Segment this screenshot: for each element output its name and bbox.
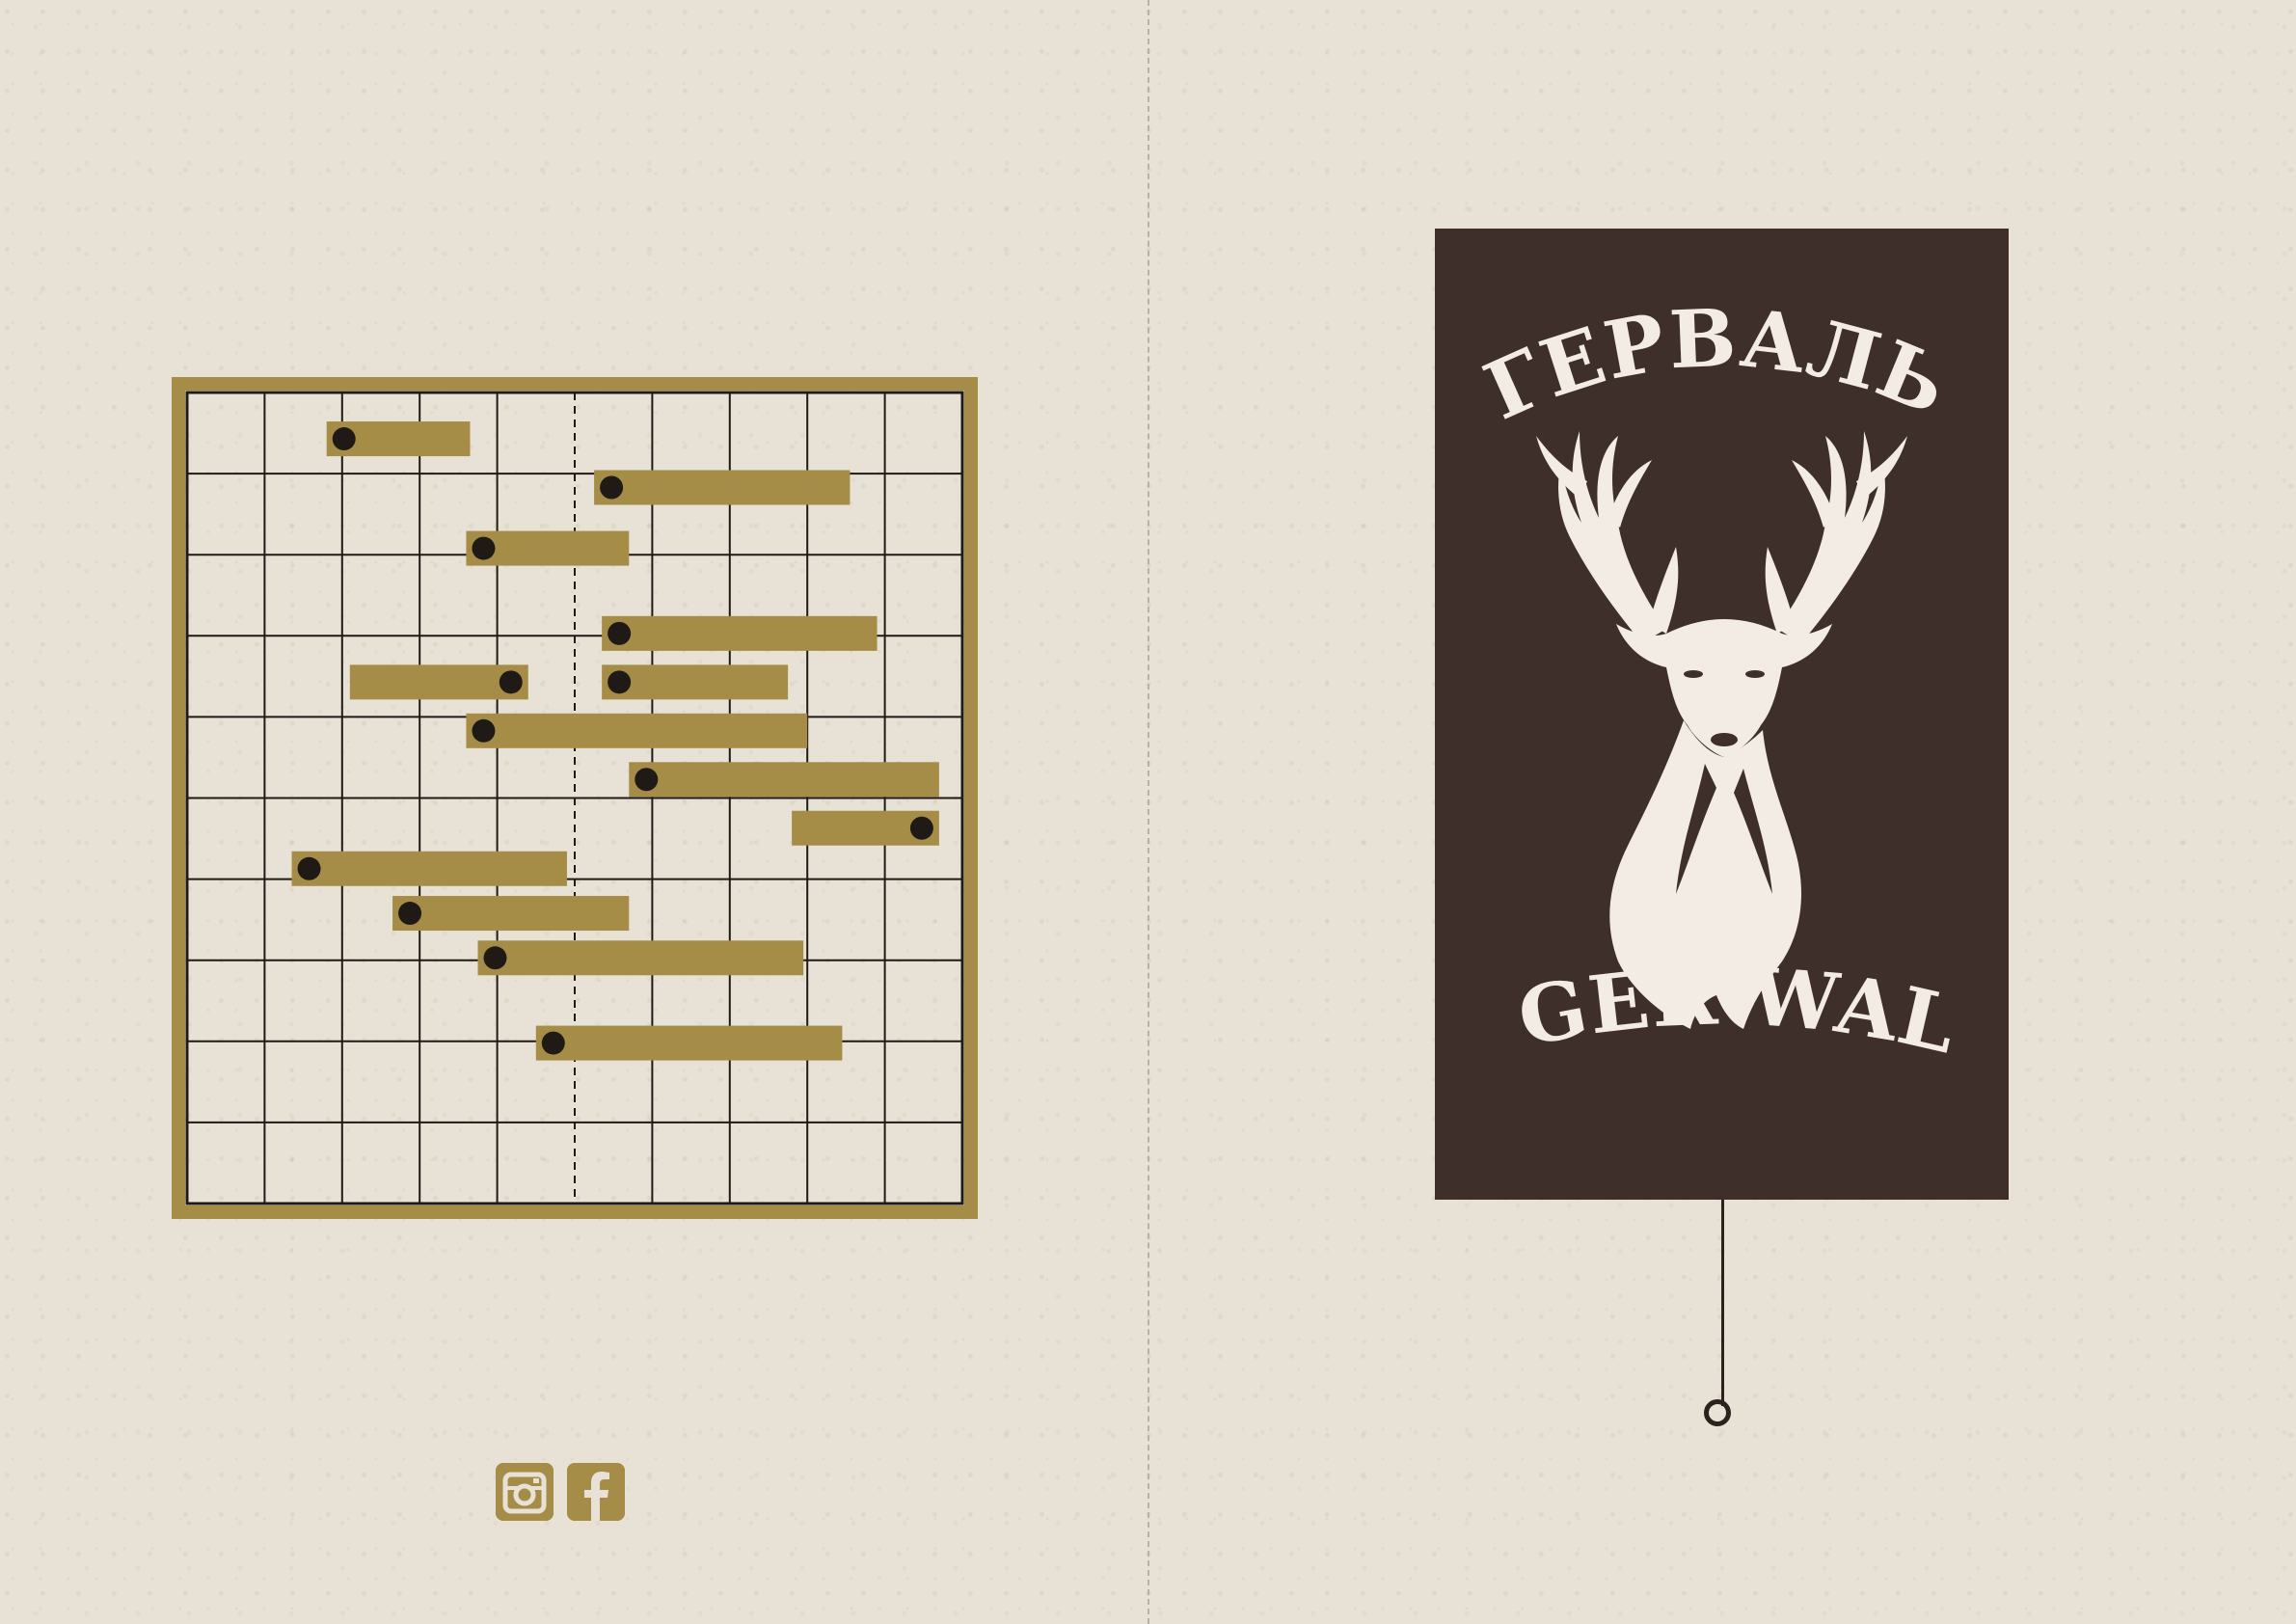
bar-dot — [472, 718, 496, 743]
puzzle-grid — [172, 377, 978, 1219]
social-links — [496, 1463, 625, 1521]
instagram-icon — [496, 1463, 554, 1521]
puzzle-bar — [477, 940, 804, 976]
bar-dot — [541, 1031, 565, 1055]
bar-dot — [499, 670, 523, 694]
bar-dot — [332, 427, 356, 451]
bar-dot — [297, 856, 321, 880]
brand-title-cyrillic: ЕГЕРВАЛЬД — [1435, 229, 1960, 438]
bar-dot — [608, 621, 632, 645]
fold-line — [1148, 0, 1149, 1624]
logo-card-svg: ЕГЕРВАЛЬД JÄGER WALD — [1435, 229, 1964, 1072]
puzzle-grid-svg — [172, 377, 978, 1219]
bar-dot — [635, 768, 659, 792]
puzzle-bar — [629, 762, 939, 798]
instagram-button[interactable] — [496, 1463, 554, 1521]
puzzle-bar — [594, 470, 851, 505]
logo-card: ЕГЕРВАЛЬД JÄGER WALD — [1435, 229, 2009, 1200]
bar-dot — [472, 536, 496, 560]
puzzle-bar — [535, 1025, 843, 1061]
puzzle-bar — [466, 713, 808, 748]
bar-dot — [600, 475, 624, 500]
puzzle-bar — [291, 851, 567, 886]
bar-dot — [608, 670, 632, 694]
bar-dot — [909, 816, 933, 840]
hanging-string — [1721, 1200, 1724, 1406]
deer-head-icon — [1536, 431, 1907, 1029]
puzzle-bar — [602, 615, 878, 651]
hanging-ring[interactable] — [1704, 1399, 1731, 1426]
bar-dot — [483, 946, 507, 970]
facebook-icon — [567, 1463, 625, 1521]
puzzle-bar — [392, 896, 630, 932]
bar-dot — [398, 902, 422, 926]
facebook-button[interactable] — [567, 1463, 625, 1521]
